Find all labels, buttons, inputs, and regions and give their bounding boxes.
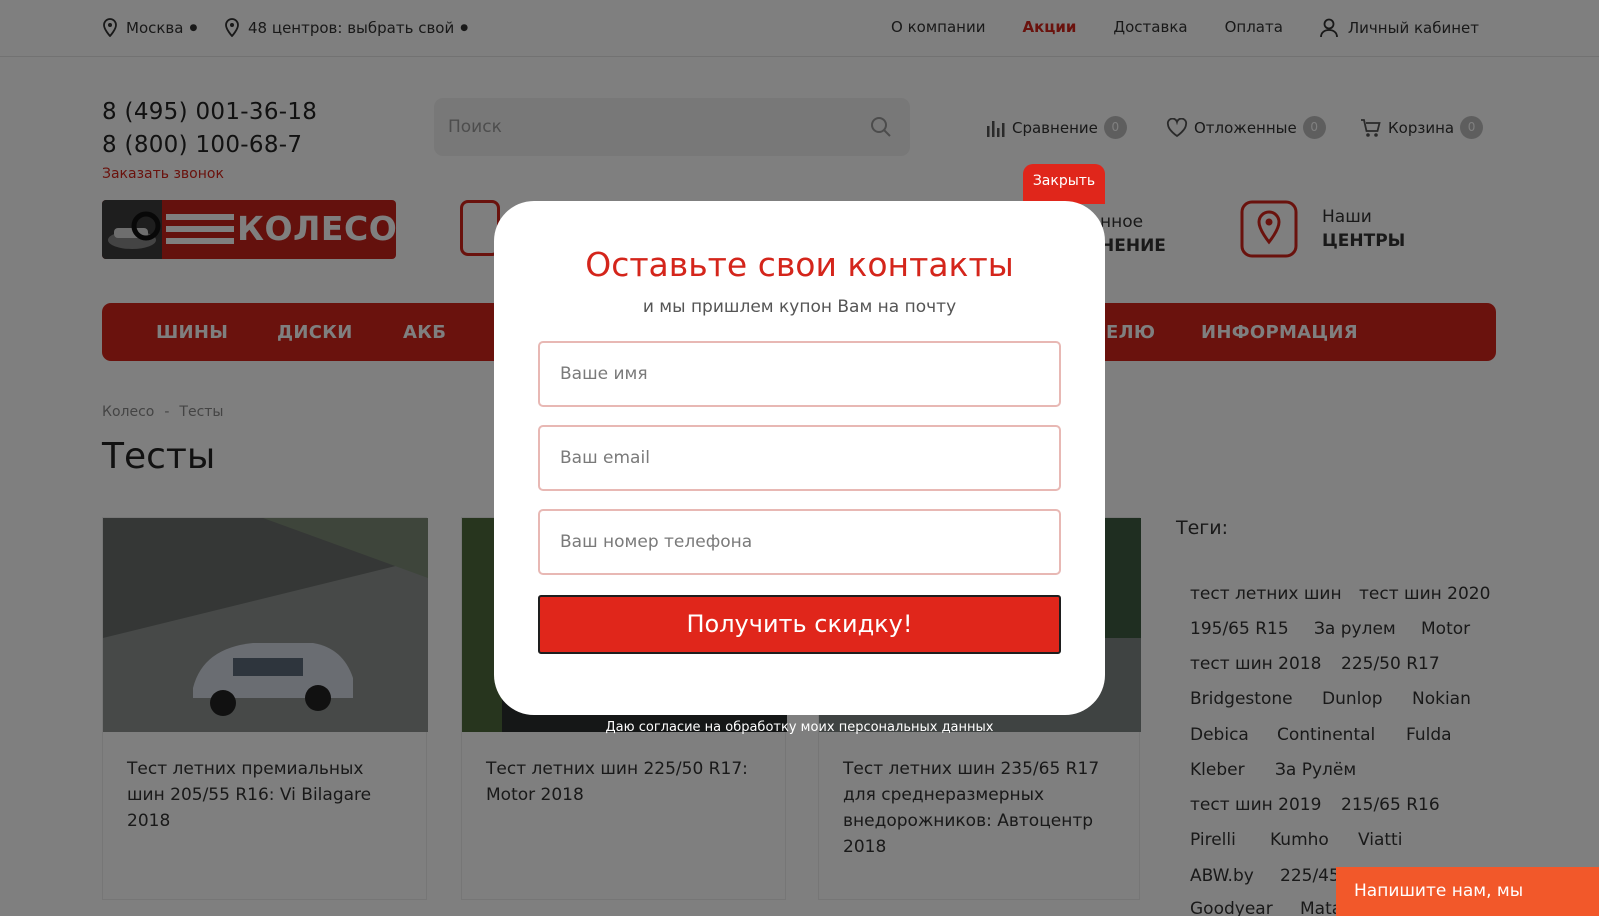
online-chat-button[interactable]: Напишите нам, мы онлайн!: [1336, 867, 1599, 916]
modal-subtitle: и мы пришлем купон Вам на почту: [642, 297, 957, 317]
name-input[interactable]: [540, 343, 1059, 405]
phone-input[interactable]: [540, 511, 1059, 573]
contact-modal: Оставьте свои контакты и мы пришлем купо…: [494, 201, 1105, 715]
get-discount-button[interactable]: Получить скидку!: [538, 595, 1061, 654]
phone-field[interactable]: [538, 509, 1061, 575]
name-field[interactable]: [538, 341, 1061, 407]
consent-text: Даю согласие на обработку моих персональ…: [605, 720, 994, 735]
modal-title: Оставьте свои контакты: [585, 245, 1014, 284]
email-input[interactable]: [540, 427, 1059, 489]
email-field[interactable]: [538, 425, 1061, 491]
modal-close-button[interactable]: Закрыть: [1023, 164, 1105, 204]
